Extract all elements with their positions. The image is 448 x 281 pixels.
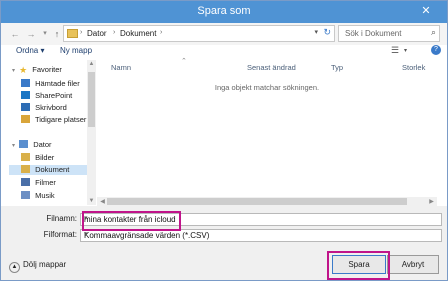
sidebar-item-label: Dator <box>33 140 52 149</box>
search-icon[interactable]: ⌕ <box>431 27 436 38</box>
hide-folders-toggle[interactable]: ▲ Dölj mappar <box>9 260 66 273</box>
breadcrumb-chevron-icon: › <box>113 29 116 36</box>
collapse-chevron-icon[interactable]: ▾ <box>12 143 15 149</box>
column-header-type[interactable]: Typ <box>331 63 343 72</box>
sidebar-item-dokument[interactable]: Dokument <box>9 165 87 175</box>
address-dropdown-icon[interactable]: ▾ <box>314 28 318 36</box>
close-icon[interactable]: ✕ <box>411 3 441 19</box>
view-dropdown-icon[interactable]: ▾ <box>404 47 407 54</box>
collapse-chevron-icon[interactable]: ▾ <box>12 68 15 74</box>
save-as-dialog: Spara som ✕ ← → ▾ ↑ › Dator › Dokument ›… <box>0 0 448 281</box>
sidebar-item-label: Hämtade filer <box>35 79 80 88</box>
dialog-title: Spara som <box>197 5 251 17</box>
videos-icon <box>21 178 30 186</box>
scrollbar-thumb[interactable] <box>88 72 95 127</box>
scroll-right-icon[interactable]: ▶ <box>427 198 436 205</box>
help-icon[interactable]: ? <box>431 45 441 55</box>
sidebar-item-filmer[interactable]: Filmer <box>21 178 56 188</box>
sidebar-item-hamtade-filer[interactable]: Hämtade filer <box>21 79 80 89</box>
filename-highlight <box>82 211 181 231</box>
music-icon <box>21 191 30 199</box>
desktop-icon <box>21 103 30 111</box>
sidebar-item-label: Favoriter <box>32 65 62 74</box>
empty-message: Inga objekt matchar sökningen. <box>214 83 320 92</box>
back-arrow-icon[interactable]: ← <box>9 27 21 41</box>
breadcrumb-dator[interactable]: Dator <box>87 29 107 38</box>
scroll-left-icon[interactable]: ◀ <box>98 198 107 205</box>
refresh-icon[interactable]: ↻ <box>323 27 331 38</box>
sidebar-item-label: Skrivbord <box>35 103 67 112</box>
sidebar-item-sharepoint[interactable]: SharePoint <box>21 91 72 101</box>
scroll-up-icon[interactable]: ▲ <box>87 61 96 67</box>
sidebar-item-label: Bilder <box>35 153 55 162</box>
title-bar: Spara som ✕ <box>1 1 447 23</box>
sidebar-item-tidigare-platser[interactable]: Tidigare platser <box>21 115 86 125</box>
sidebar-item-favoriter[interactable]: ▾ ★ Favoriter <box>12 65 62 75</box>
recent-dropdown-icon[interactable]: ▾ <box>39 27 51 41</box>
hide-folders-label: Dölj mappar <box>23 260 67 269</box>
documents-icon <box>21 165 30 173</box>
filename-label: Filnamn: <box>46 214 77 223</box>
sidebar-item-skrivbord[interactable]: Skrivbord <box>21 103 67 113</box>
save-highlight <box>327 251 390 280</box>
format-dropdown-icon[interactable]: ▾ <box>84 230 438 238</box>
sort-indicator-icon: ⌃ <box>181 58 187 65</box>
dialog-footer: ▲ Dölj mappar Spara Avbryt <box>1 246 447 280</box>
sidebar-item-musik[interactable]: Musik <box>21 191 55 201</box>
recent-places-icon <box>21 115 30 123</box>
file-fields: Filnamn: mina kontakter från icloud ▾ Fi… <box>1 206 447 246</box>
computer-icon <box>19 140 29 148</box>
file-list-scrollbar[interactable]: ◀ ▶ <box>97 197 437 206</box>
navigation-bar: ← → ▾ ↑ › Dator › Dokument › ▾ ↻ Sök i D… <box>1 23 447 45</box>
view-options-icon[interactable]: ☰ <box>391 45 399 56</box>
pictures-icon <box>21 153 30 161</box>
format-label: Filformat: <box>43 230 77 239</box>
download-icon <box>21 79 30 87</box>
forward-arrow-icon[interactable]: → <box>25 27 37 41</box>
sharepoint-icon <box>21 91 30 99</box>
breadcrumb-dokument[interactable]: Dokument <box>120 29 156 38</box>
organize-button[interactable]: Ordna ▾ <box>16 46 44 55</box>
sidebar-item-label: Tidigare platser <box>34 115 87 124</box>
up-arrow-icon[interactable]: ↑ <box>51 27 63 41</box>
new-folder-button[interactable]: Ny mapp <box>60 46 92 55</box>
sidebar-item-label: Dokument <box>35 165 70 174</box>
cancel-button[interactable]: Avbryt <box>387 255 439 274</box>
sidebar-item-label: SharePoint <box>35 91 73 100</box>
sidebar-item-dator[interactable]: ▾ Dator <box>12 140 52 150</box>
navigation-pane: ▾ ★ Favoriter Hämtade filer SharePoint S… <box>9 60 97 205</box>
caret-up-icon: ▲ <box>9 262 20 273</box>
column-header-date[interactable]: Senast ändrad <box>247 63 296 72</box>
sidebar-item-label: Filmer <box>35 178 56 187</box>
column-header-name[interactable]: Namn <box>111 63 131 72</box>
search-box[interactable]: Sök i Dokument ⌕ <box>338 25 440 42</box>
command-toolbar: Ordna ▾ Ny mapp ☰ ▾ ? <box>1 45 447 59</box>
column-header-size[interactable]: Storlek <box>402 63 425 72</box>
breadcrumb-chevron-icon: › <box>80 29 83 36</box>
scrollbar-thumb[interactable] <box>107 198 407 205</box>
folder-icon <box>67 29 78 38</box>
sidebar-item-bilder[interactable]: Bilder <box>21 153 54 163</box>
sidebar-item-label: Musik <box>35 191 55 200</box>
file-list: Namn ⌃ Senast ändrad Typ Storlek Inga ob… <box>97 58 437 205</box>
star-icon: ★ <box>19 65 28 75</box>
sidebar-scrollbar[interactable]: ▲ ▼ <box>87 60 96 205</box>
breadcrumb-chevron-icon: › <box>160 29 163 36</box>
scroll-down-icon[interactable]: ▼ <box>87 198 96 204</box>
address-bar[interactable]: › Dator › Dokument › ▾ ↻ <box>63 25 335 42</box>
search-placeholder: Sök i Dokument <box>345 29 402 38</box>
